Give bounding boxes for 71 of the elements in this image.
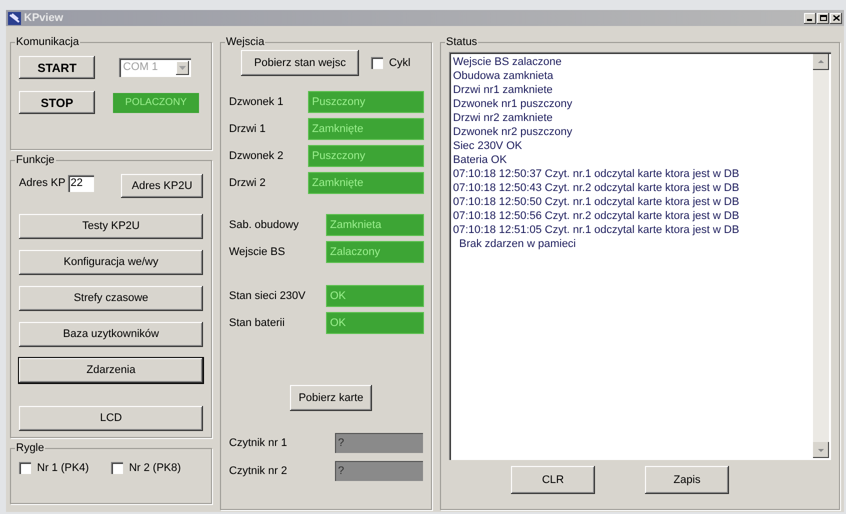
field-label: Czytnik nr 2 [229,464,288,479]
address-label: Adres KP [19,176,66,191]
group-title: Funkcje [15,154,56,166]
function-button[interactable]: Baza uzytkowników [19,322,203,347]
checkbox-label: Nr 2 (PK8) [128,461,181,476]
read-inputs-button[interactable]: Pobierz stan wejsc [241,50,359,76]
address-button[interactable]: Adres KP2U [121,174,203,198]
status-field: Zamknięte [309,173,423,193]
function-button[interactable]: LCD [19,406,203,431]
connection-status: POLACZONY [113,92,199,112]
function-button[interactable]: Zdarzenia [19,358,203,383]
field-label: Stan sieci 230V [229,288,306,304]
app-icon [8,12,21,24]
log-line: 07:10:18 12:50:50 Czyt. nr.1 odczytal karte ktora jest w DB [453,195,740,209]
function-button[interactable]: Testy KP2U [19,214,203,239]
read-card-button[interactable]: Pobierz karte [290,385,372,411]
field-label: Drzwi 1 [229,122,267,137]
field-label: Drzwi 2 [229,176,267,191]
status-field: Zalaczony [327,242,423,262]
log-line: Drzwi nr2 zamkniete [453,111,554,125]
status-button[interactable]: Zapis [645,466,729,494]
log-line: 07:10:18 12:51:05 Czyt. nr.1 odczytal karte ktora jest w DB [453,223,740,237]
window-title: KPview [24,10,64,26]
maximize-icon [820,15,826,21]
group-title: Rygle [15,442,46,454]
group-title: Wejscia [225,36,266,48]
status-button[interactable]: CLR [511,466,595,494]
log-line: Obudowa zamknieta [453,69,554,83]
scroll-down-icon[interactable] [813,442,829,458]
log-line: Siec 230V OK [453,139,524,153]
log-line: Dzwonek nr2 puszczony [453,125,574,139]
scroll-up-icon[interactable] [813,54,829,70]
field-label: Dzwonek 2 [229,148,284,164]
field-label: Dzwonek 1 [229,94,284,110]
status-field: ? [335,461,423,481]
stop-button[interactable]: STOP [19,91,95,114]
function-button[interactable]: Konfiguracja we/wy [19,250,203,275]
status-field: ? [335,433,423,453]
group-title: Komunikacja [15,36,80,48]
address-field[interactable]: 22 [68,174,94,192]
status-field: OK [327,286,423,306]
field-label: Wejscie BS [229,244,286,260]
status-field: Puszczony [309,92,423,112]
log-line: 07:10:18 12:50:37 Czyt. nr.1 odczytal karte ktora jest w DB [453,167,740,181]
log-line: Drzwi nr1 zamkniete [453,83,554,97]
status-field: Puszczony [309,146,423,166]
checkbox[interactable] [19,462,31,474]
checkbox[interactable] [110,462,123,474]
status-field: Zamknieta [327,215,423,235]
log-line: 07:10:18 12:50:56 Czyt. nr.2 odczytal karte ktora jest w DB [453,209,740,223]
checkbox-label: Nr 1 (PK4) [37,461,89,476]
log-line: Wejscie BS zalaczone [453,55,563,69]
maximize-button[interactable] [817,12,829,24]
start-button[interactable]: START [19,56,95,79]
field-label: Czytnik nr 1 [229,436,288,451]
field-label: Sab. obudowy [229,218,300,233]
log-line: Dzwonek nr1 puszczony [453,97,574,111]
log-line: Bateria OK [453,153,508,167]
log-line: Brak zdarzen w pamieci [458,237,577,251]
checkbox-label: Cykl [389,56,410,71]
group-title: Status [445,36,478,48]
close-icon [832,15,840,21]
function-button[interactable]: Strefy czasowe [19,286,203,311]
scrollbar[interactable] [813,54,829,458]
minimize-button[interactable] [804,12,816,24]
checkbox[interactable] [371,57,383,69]
close-button[interactable] [830,12,842,24]
status-field: OK [327,313,423,333]
field-label: Stan baterii [229,316,286,331]
log-line: 07:10:18 12:50:43 Czyt. nr.2 odczytal karte ktora jest w DB [453,181,740,195]
status-field: Zamknięte [309,119,423,139]
